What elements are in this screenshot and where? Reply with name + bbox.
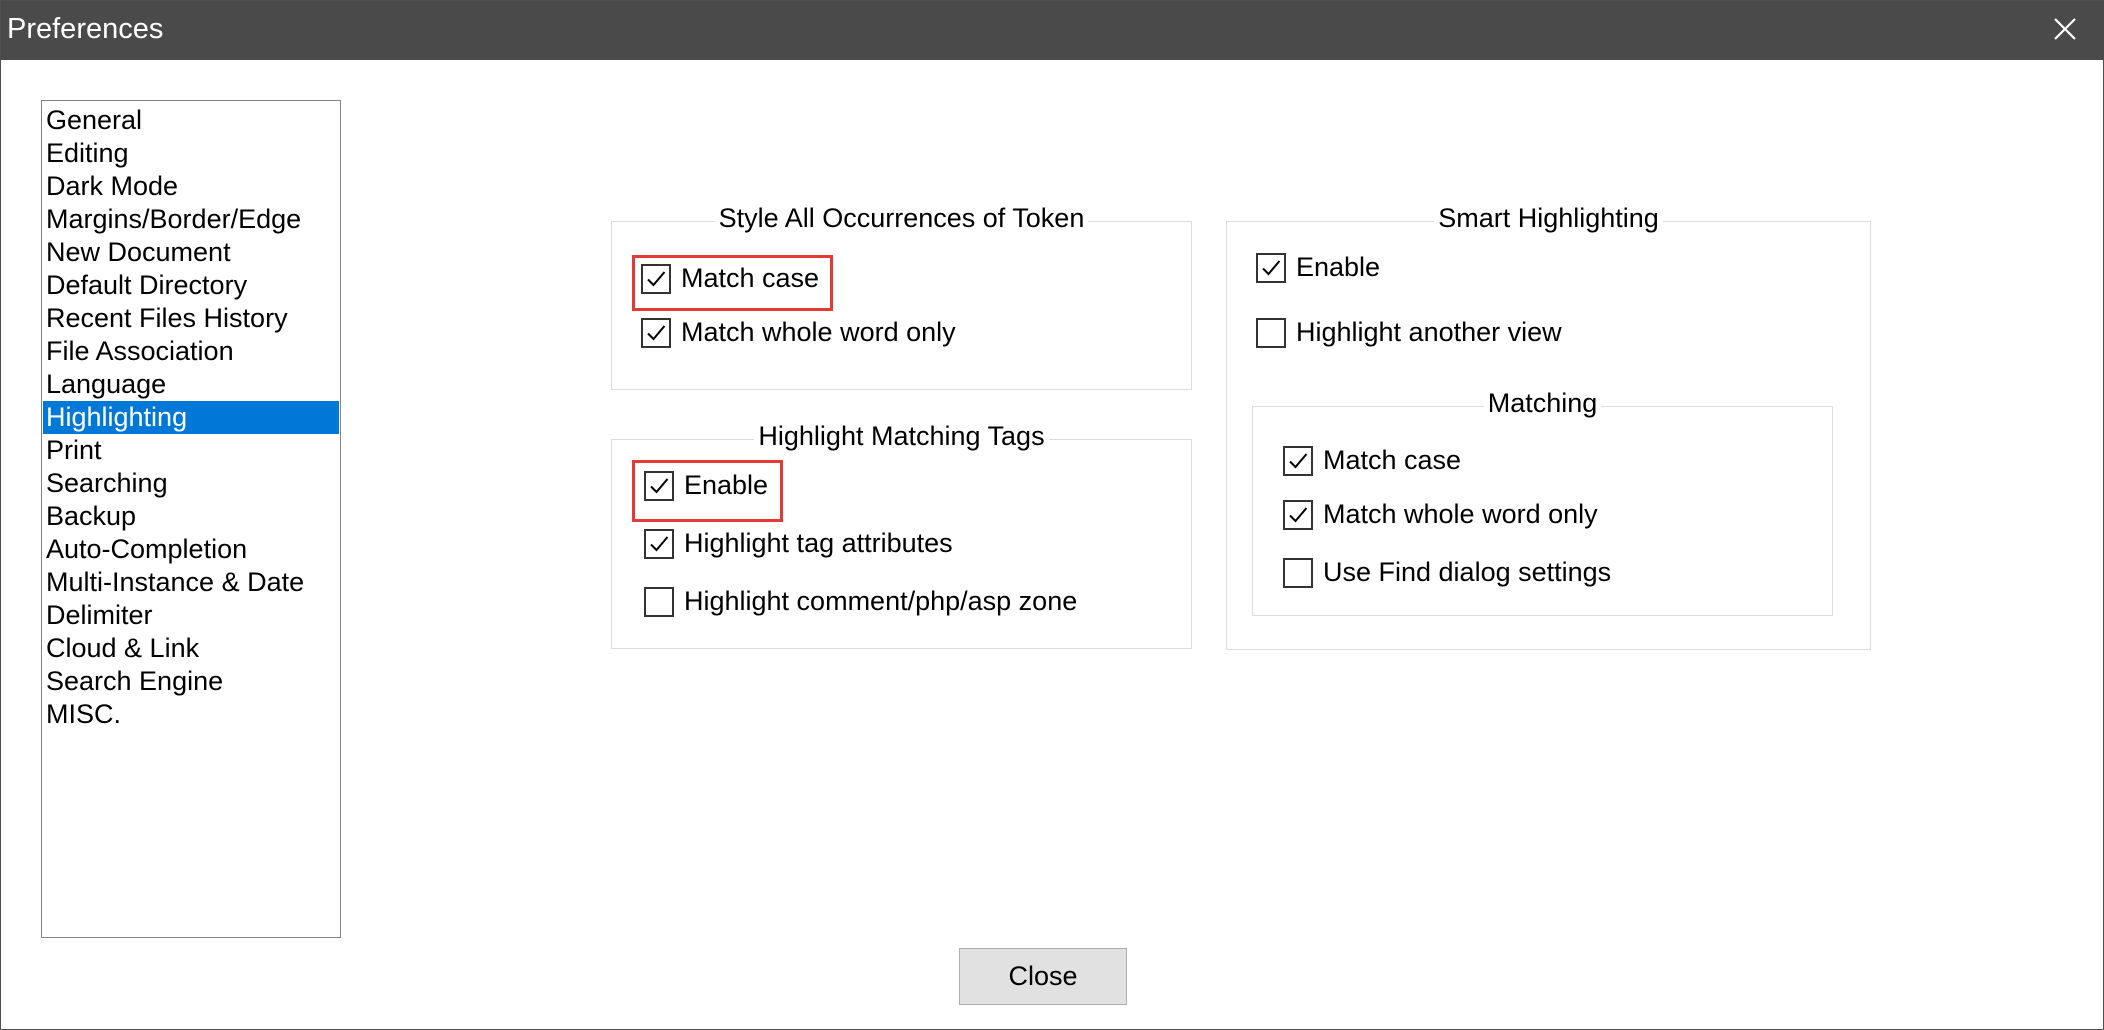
checkmark-icon [1262,259,1281,275]
category-item-margins-border-edge[interactable]: Margins/Border/Edge [43,203,339,236]
checkbox[interactable] [1283,499,1313,530]
matching-use-find-settings[interactable]: Use Find dialog settings [1283,557,1611,588]
category-item-general[interactable]: General [43,104,339,137]
smart-highlighting-group-title: Smart Highlighting [1434,203,1663,233]
checkmark-icon [650,477,669,493]
category-item-multi-instance-date[interactable]: Multi-Instance & Date [43,566,339,599]
checkmark-icon [1289,452,1308,468]
window-title: Preferences [7,13,164,45]
style-token-match-whole-word[interactable]: Match whole word only [641,317,956,348]
style-token-group-title: Style All Occurrences of Token [714,203,1089,233]
preferences-dialog: Preferences General Editing Dark Mode Margi… [0,0,2104,1030]
smart-highlighting-another-view[interactable]: Highlight another view [1256,317,1562,348]
category-item-cloud-link[interactable]: Cloud & Link [43,632,339,665]
checkmark-icon [650,535,669,551]
checkmark-icon [647,324,666,340]
checkbox[interactable] [644,470,674,501]
checkbox-label: Highlight comment/php/asp zone [684,586,1078,616]
category-item-search-engine[interactable]: Search Engine [43,665,339,698]
smart-highlighting-enable[interactable]: Enable [1256,252,1380,283]
checkbox-label: Enable [1296,252,1381,282]
checkbox[interactable] [641,263,671,294]
checkbox-label: Match case [681,263,820,293]
checkbox[interactable] [1256,252,1286,283]
category-list[interactable]: General Editing Dark Mode Margins/Border/Ed… [41,100,341,938]
category-item-delimiter[interactable]: Delimiter [43,599,339,632]
matching-match-case[interactable]: Match case [1283,445,1461,476]
checkbox[interactable] [644,528,674,559]
category-item-recent-files-history[interactable]: Recent Files History [43,302,339,335]
matching-tags-attributes[interactable]: Highlight tag attributes [644,528,953,559]
checkbox[interactable] [1256,317,1286,348]
matching-tags-group-title: Highlight Matching Tags [754,421,1049,451]
checkbox-label: Highlight tag attributes [684,528,953,558]
category-item-dark-mode[interactable]: Dark Mode [43,170,339,203]
style-token-group: Style All Occurrences of Token [611,203,1192,390]
category-item-searching[interactable]: Searching [43,467,339,500]
checkbox[interactable] [641,317,671,348]
close-icon[interactable] [2045,9,2085,49]
checkbox[interactable] [1283,445,1313,476]
title-bar[interactable]: Preferences [1,1,2104,60]
style-token-match-case[interactable]: Match case [641,263,819,294]
checkbox-label: Highlight another view [1296,317,1562,347]
close-button[interactable]: Close [959,948,1127,1005]
checkmark-icon [647,270,666,286]
matching-match-whole-word[interactable]: Match whole word only [1283,499,1598,530]
checkbox[interactable] [1283,557,1313,588]
category-item-print[interactable]: Print [43,434,339,467]
category-item-default-directory[interactable]: Default Directory [43,269,339,302]
checkbox-label: Match case [1323,445,1462,475]
checkbox-label: Match whole word only [681,317,956,347]
matching-tags-enable[interactable]: Enable [644,470,768,501]
checkbox-label: Enable [684,470,769,500]
category-item-misc[interactable]: MISC. [43,698,339,731]
matching-tags-comment-zone[interactable]: Highlight comment/php/asp zone [644,586,1077,617]
category-item-file-association[interactable]: File Association [43,335,339,368]
category-item-auto-completion[interactable]: Auto-Completion [43,533,339,566]
category-item-backup[interactable]: Backup [43,500,339,533]
checkbox-label: Match whole word only [1323,499,1598,529]
category-item-highlighting[interactable]: Highlighting [43,401,339,434]
category-item-language[interactable]: Language [43,368,339,401]
checkmark-icon [1289,506,1308,522]
category-item-new-document[interactable]: New Document [43,236,339,269]
checkbox-label: Use Find dialog settings [1323,557,1612,587]
checkbox[interactable] [644,586,674,617]
category-item-editing[interactable]: Editing [43,137,339,170]
